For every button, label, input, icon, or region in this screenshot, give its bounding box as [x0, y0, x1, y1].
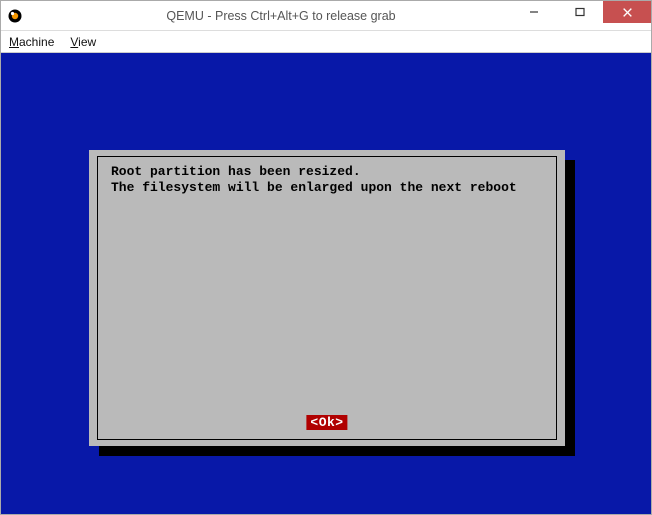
- menu-view[interactable]: View: [70, 35, 96, 49]
- maximize-button[interactable]: [557, 1, 603, 23]
- console-viewport[interactable]: Root partition has been resized. The fil…: [1, 53, 651, 514]
- menu-machine[interactable]: Machine: [9, 35, 54, 49]
- close-icon: [622, 7, 633, 18]
- titlebar[interactable]: QEMU - Press Ctrl+Alt+G to release grab: [1, 1, 651, 31]
- app-window: QEMU - Press Ctrl+Alt+G to release grab …: [0, 0, 652, 515]
- maximize-icon: [575, 7, 585, 17]
- minimize-button[interactable]: [511, 1, 557, 23]
- window-controls: [511, 1, 651, 23]
- dialog-border: [97, 156, 557, 440]
- minimize-icon: [529, 7, 539, 17]
- dialog-container: Root partition has been resized. The fil…: [89, 150, 565, 446]
- close-button[interactable]: [603, 1, 651, 23]
- dialog-message: Root partition has been resized. The fil…: [111, 164, 547, 197]
- message-dialog: Root partition has been resized. The fil…: [89, 150, 565, 446]
- menubar: Machine View: [1, 31, 651, 53]
- ok-button[interactable]: <Ok>: [306, 415, 347, 430]
- dialog-line1: Root partition has been resized.: [111, 164, 361, 179]
- dialog-line2: The filesystem will be enlarged upon the…: [111, 180, 517, 195]
- qemu-icon: [7, 8, 23, 24]
